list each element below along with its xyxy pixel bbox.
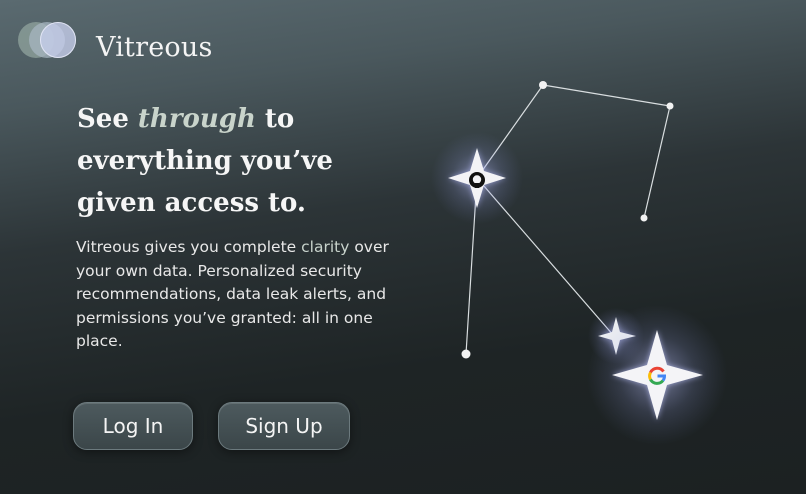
constellation-illustration [431,81,727,445]
github-star[interactable] [431,132,523,224]
star-dot [640,214,648,222]
github-icon [469,172,485,188]
star-dot [461,349,471,359]
google-star[interactable] [587,305,727,445]
star-dot [539,81,547,89]
star-dot [666,102,674,110]
